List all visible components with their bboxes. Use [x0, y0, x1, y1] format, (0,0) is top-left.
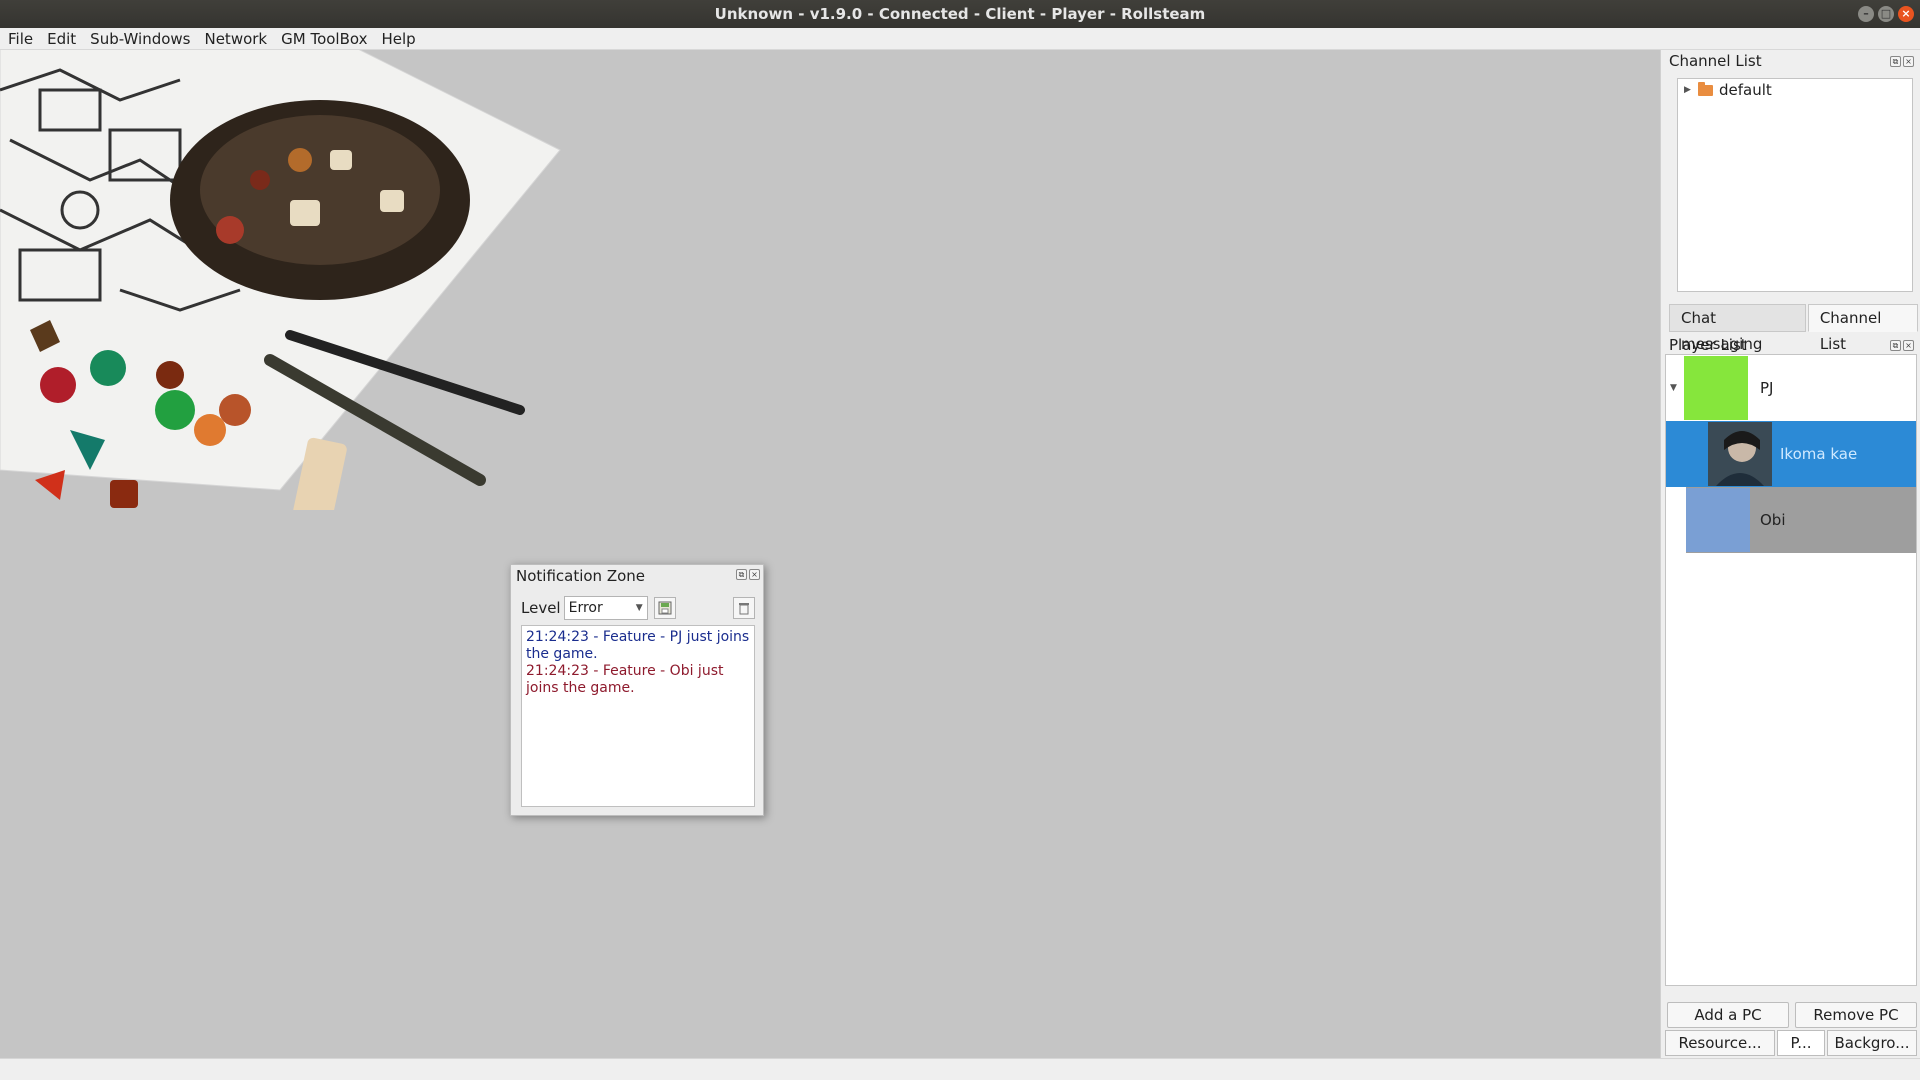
channel-tree[interactable]: ▶ default [1677, 78, 1913, 292]
character-label: Obi [1760, 511, 1786, 529]
notification-log[interactable]: 21:24:23 - Feature - PJ just joins the g… [521, 625, 755, 807]
tab-resources[interactable]: Resource... [1665, 1030, 1775, 1056]
close-icon[interactable]: × [1898, 6, 1914, 22]
menu-sub-windows[interactable]: Sub-Windows [90, 30, 190, 48]
log-entry: 21:24:23 - Feature - PJ just joins the g… [526, 629, 750, 662]
maximize-icon[interactable]: □ [1878, 6, 1894, 22]
menu-help[interactable]: Help [381, 30, 415, 48]
level-select-value: Error [568, 600, 603, 616]
dock-tabs: Chat messaging Channel List [1669, 304, 1920, 353]
window-controls: – □ × [1858, 6, 1914, 22]
float-icon[interactable]: ⧉ [1890, 56, 1901, 67]
channel-list-title: Channel List [1669, 52, 1762, 70]
menubar: File Edit Sub-Windows Network GM ToolBox… [0, 28, 1920, 50]
player-color-swatch[interactable] [1684, 356, 1748, 420]
close-icon[interactable]: × [1903, 56, 1914, 67]
level-select[interactable]: Error ▼ [563, 596, 648, 620]
player-list-dock-controls: ⧉ × [1890, 340, 1914, 351]
workspace-area[interactable]: Notification Zone ⧉ × Level Error ▼ 21:2… [0, 50, 1660, 1058]
menu-edit[interactable]: Edit [47, 30, 76, 48]
character-label: Ikoma kae [1780, 445, 1858, 463]
right-dock-panel: Channel List ⧉ × ▶ default Chat messagin… [1660, 50, 1920, 1058]
log-entry: 21:24:23 - Feature - Obi just joins the … [526, 663, 724, 696]
channel-list-dock-controls: ⧉ × [1890, 56, 1914, 67]
tab-chat-messaging[interactable]: Chat messaging [1669, 304, 1806, 353]
tab-players[interactable]: P... [1777, 1030, 1825, 1056]
notification-zone-title: Notification Zone [516, 567, 646, 585]
level-label: Level [521, 599, 561, 617]
player-list[interactable]: ▼ PJ Ikoma kae Obi [1665, 354, 1917, 986]
tab-channel-list[interactable]: Channel List [1807, 304, 1918, 353]
float-icon[interactable]: ⧉ [736, 569, 747, 580]
close-icon[interactable]: × [749, 569, 760, 580]
menu-network[interactable]: Network [204, 30, 267, 48]
channel-label: default [1719, 81, 1772, 99]
clear-log-button[interactable] [733, 597, 755, 619]
remove-pc-button[interactable]: Remove PC [1795, 1002, 1917, 1028]
notification-zone-window[interactable]: Notification Zone ⧉ × Level Error ▼ 21:2… [510, 564, 764, 816]
character-row-ikoma-kae[interactable]: Ikoma kae [1666, 421, 1916, 487]
channel-item-default[interactable]: ▶ default [1678, 79, 1912, 101]
minimize-icon[interactable]: – [1858, 6, 1874, 22]
window-title: Unknown - v1.9.0 - Connected - Client - … [714, 5, 1206, 23]
save-log-button[interactable] [653, 597, 676, 619]
save-icon [658, 601, 672, 615]
character-row-obi[interactable]: Obi [1686, 487, 1916, 553]
chevron-down-icon: ▼ [635, 603, 643, 613]
status-bar [0, 1058, 1920, 1080]
player-row-pj[interactable]: ▼ PJ [1666, 355, 1916, 421]
menu-file[interactable]: File [8, 30, 33, 48]
background-illustration [0, 50, 561, 510]
trash-icon [739, 603, 749, 615]
menu-gm-toolbox[interactable]: GM ToolBox [281, 30, 367, 48]
character-color-swatch[interactable] [1686, 488, 1750, 552]
add-pc-button[interactable]: Add a PC [1667, 1002, 1789, 1028]
tab-background[interactable]: Backgro... [1827, 1030, 1917, 1056]
player-list-title: Player List [1669, 336, 1747, 354]
character-portrait [1708, 422, 1772, 486]
float-icon[interactable]: ⧉ [1890, 340, 1901, 351]
notification-dock-controls: ⧉ × [736, 569, 760, 580]
notification-toolbar: Level Error ▼ [521, 595, 755, 621]
close-icon[interactable]: × [1903, 340, 1914, 351]
notification-zone-header[interactable]: Notification Zone ⧉ × [511, 565, 763, 587]
folder-icon [1698, 81, 1713, 96]
chevron-down-icon[interactable]: ▼ [1670, 383, 1677, 393]
chevron-right-icon[interactable]: ▶ [1684, 85, 1698, 95]
player-label: PJ [1760, 379, 1774, 397]
window-titlebar: Unknown - v1.9.0 - Connected - Client - … [0, 0, 1920, 28]
